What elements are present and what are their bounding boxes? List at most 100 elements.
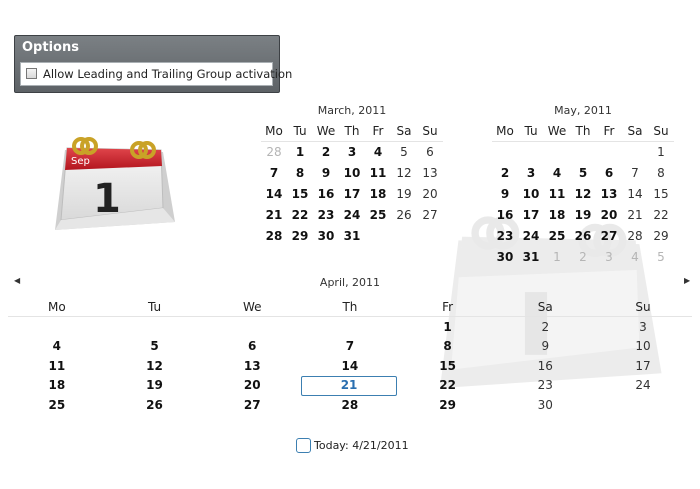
day-cell[interactable]: 25 (365, 205, 391, 226)
day-cell[interactable]: 2 (492, 163, 518, 184)
day-cell[interactable]: 9 (492, 184, 518, 205)
day-cell[interactable]: 21 (261, 205, 287, 226)
day-cell[interactable]: 16 (313, 184, 339, 205)
day-cell[interactable]: 16 (492, 205, 518, 226)
day-cell[interactable]: 25 (8, 396, 106, 416)
day-cell[interactable]: 30 (313, 226, 339, 247)
day-cell[interactable]: 18 (544, 205, 570, 226)
day-cell[interactable]: 17 (594, 357, 692, 377)
day-cell[interactable]: 2 (313, 142, 339, 163)
day-cell[interactable]: 12 (391, 163, 417, 184)
day-cell[interactable]: 18 (8, 376, 106, 396)
day-cell[interactable]: 19 (106, 376, 204, 396)
day-cell[interactable]: 15 (399, 357, 497, 377)
day-cell[interactable]: 22 (287, 205, 313, 226)
day-cell[interactable]: 1 (287, 142, 313, 163)
day-cell[interactable]: 8 (648, 163, 674, 184)
day-cell[interactable]: 6 (203, 337, 301, 357)
day-cell[interactable]: 26 (391, 205, 417, 226)
day-cell[interactable]: 23 (492, 226, 518, 247)
day-cell[interactable]: 22 (399, 376, 497, 396)
day-cell[interactable]: 11 (544, 184, 570, 205)
day-cell[interactable]: 3 (594, 318, 692, 338)
day-cell[interactable]: 20 (203, 376, 301, 396)
day-cell[interactable]: 11 (8, 357, 106, 377)
day-cell[interactable]: 14 (622, 184, 648, 205)
day-cell[interactable]: 10 (594, 337, 692, 357)
day-cell[interactable]: 24 (594, 376, 692, 396)
day-cell[interactable]: 15 (287, 184, 313, 205)
day-cell[interactable]: 15 (648, 184, 674, 205)
day-cell[interactable]: 4 (544, 163, 570, 184)
day-cell[interactable]: 16 (496, 357, 594, 377)
day-cell[interactable]: 28 (622, 226, 648, 247)
day-cell[interactable]: 3 (596, 247, 622, 268)
day-cell[interactable]: 31 (518, 247, 544, 268)
day-cell[interactable]: 9 (496, 337, 594, 357)
day-cell[interactable]: 5 (106, 337, 204, 357)
next-month-button[interactable]: ▶ (684, 276, 690, 285)
day-cell[interactable]: 19 (570, 205, 596, 226)
day-cell[interactable]: 13 (203, 357, 301, 377)
day-cell[interactable]: 8 (287, 163, 313, 184)
checkbox-box[interactable] (26, 68, 37, 79)
day-cell[interactable]: 5 (391, 142, 417, 163)
day-cell[interactable]: 9 (313, 163, 339, 184)
day-cell[interactable]: 30 (492, 247, 518, 268)
day-cell[interactable]: 23 (496, 376, 594, 396)
day-cell[interactable]: 4 (622, 247, 648, 268)
day-cell-today[interactable]: 21 (301, 376, 398, 396)
day-cell[interactable]: 7 (301, 337, 399, 357)
day-cell[interactable]: 29 (648, 226, 674, 247)
day-cell[interactable]: 27 (596, 226, 622, 247)
day-cell[interactable]: 8 (399, 337, 497, 357)
day-cell[interactable]: 3 (339, 142, 365, 163)
day-cell[interactable]: 31 (339, 226, 365, 247)
day-cell[interactable]: 10 (339, 163, 365, 184)
day-cell[interactable]: 10 (518, 184, 544, 205)
day-cell[interactable]: 4 (8, 337, 106, 357)
day-cell[interactable]: 17 (518, 205, 544, 226)
day-cell[interactable]: 2 (570, 247, 596, 268)
day-cell[interactable]: 29 (287, 226, 313, 247)
day-cell[interactable]: 5 (570, 163, 596, 184)
day-cell[interactable]: 1 (648, 142, 674, 163)
day-cell[interactable]: 20 (596, 205, 622, 226)
day-cell[interactable]: 2 (496, 318, 594, 338)
day-cell[interactable]: 24 (339, 205, 365, 226)
day-cell[interactable]: 7 (261, 163, 287, 184)
day-cell[interactable]: 21 (622, 205, 648, 226)
day-cell[interactable]: 7 (622, 163, 648, 184)
day-cell[interactable]: 27 (203, 396, 301, 416)
day-cell[interactable]: 14 (261, 184, 287, 205)
day-cell[interactable]: 20 (417, 184, 443, 205)
day-cell[interactable]: 12 (570, 184, 596, 205)
day-cell[interactable]: 4 (365, 142, 391, 163)
day-cell[interactable]: 14 (301, 357, 399, 377)
day-cell[interactable]: 23 (313, 205, 339, 226)
day-cell[interactable]: 5 (648, 247, 674, 268)
day-cell[interactable]: 19 (391, 184, 417, 205)
day-cell[interactable]: 1 (544, 247, 570, 268)
day-cell[interactable]: 28 (261, 226, 287, 247)
day-cell[interactable]: 11 (365, 163, 391, 184)
day-cell[interactable]: 22 (648, 205, 674, 226)
allow-leading-trailing-checkbox[interactable]: Allow Leading and Trailing Group activat… (20, 62, 292, 86)
day-cell[interactable]: 13 (596, 184, 622, 205)
day-cell[interactable]: 3 (518, 163, 544, 184)
day-cell[interactable]: 12 (106, 357, 204, 377)
day-cell[interactable]: 24 (518, 226, 544, 247)
day-cell[interactable]: 17 (339, 184, 365, 205)
day-cell[interactable]: 26 (106, 396, 204, 416)
day-cell[interactable]: 13 (417, 163, 443, 184)
day-cell[interactable]: 25 (544, 226, 570, 247)
day-cell[interactable]: 6 (417, 142, 443, 163)
day-cell[interactable]: 28 (301, 396, 399, 416)
day-cell[interactable]: 6 (596, 163, 622, 184)
day-cell[interactable]: 1 (399, 318, 497, 338)
day-cell[interactable]: 27 (417, 205, 443, 226)
day-cell[interactable]: 18 (365, 184, 391, 205)
day-cell[interactable]: 28 (261, 142, 287, 163)
day-cell[interactable]: 26 (570, 226, 596, 247)
day-cell[interactable]: 29 (399, 396, 497, 416)
